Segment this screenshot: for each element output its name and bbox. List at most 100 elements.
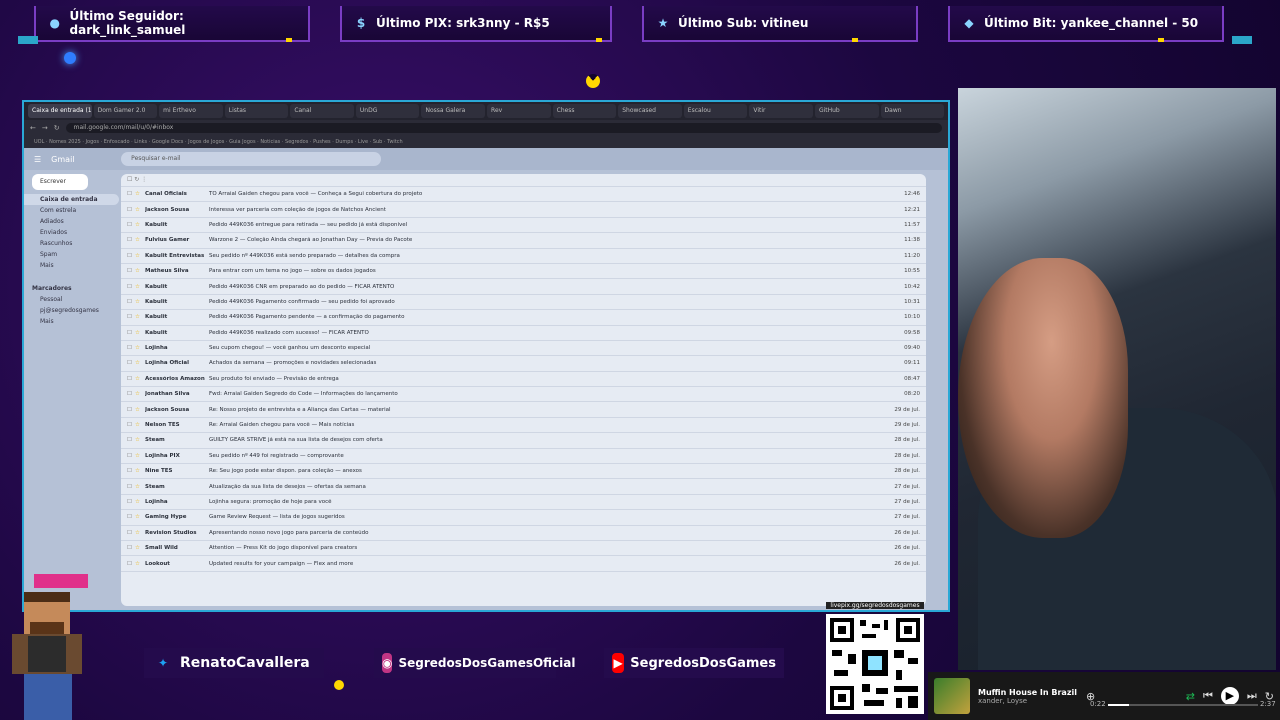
email-row[interactable]: ☐ ☆ Kabulit Pedido 449K036 CNR em preparado… <box>121 279 926 295</box>
browser-tab[interactable]: Escalou <box>683 104 748 118</box>
email-row[interactable]: ☐ ☆ Nelson TES Re: Arraial Gaiden chegou pa… <box>121 418 926 434</box>
star-icon[interactable]: ☆ <box>135 330 145 336</box>
row-checkbox[interactable]: ☐ <box>127 314 135 320</box>
folder-snoozed[interactable]: Adiados <box>24 216 119 227</box>
browser-tab[interactable]: Rev <box>487 104 551 118</box>
star-icon[interactable]: ☆ <box>135 530 145 536</box>
star-icon[interactable]: ☆ <box>135 345 145 351</box>
star-icon[interactable]: ☆ <box>135 207 145 213</box>
email-row[interactable]: ☐ ☆ Matheus Silva Para entrar com um tema n… <box>121 264 926 280</box>
back-icon[interactable]: ← <box>30 124 36 132</box>
progress-bar[interactable] <box>1108 704 1258 706</box>
row-checkbox[interactable]: ☐ <box>127 376 135 382</box>
browser-tab[interactable]: Nossa Galera <box>421 104 486 118</box>
email-row[interactable]: ☐ ☆ Canal Oficiais TO Arraial Gaiden chegou… <box>121 187 926 203</box>
browser-tab[interactable]: Canal <box>290 104 354 118</box>
compose-button[interactable]: Escrever <box>32 174 88 190</box>
row-checkbox[interactable]: ☐ <box>127 407 135 413</box>
bookmarks-bar[interactable]: UOL · Nomes 2025 · Jogos · Enfoscado · L… <box>24 136 948 148</box>
star-icon[interactable]: ☆ <box>135 268 145 274</box>
search-input[interactable]: Pesquisar e-mail <box>121 152 382 166</box>
star-icon[interactable]: ☆ <box>135 284 145 290</box>
browser-tab[interactable]: Dom Gamer 2.0 <box>93 104 158 118</box>
email-row[interactable]: ☐ ☆ Nine TES Re: Seu jogo pode estar dispon… <box>121 464 926 480</box>
previous-icon[interactable]: ⏮ <box>1203 689 1213 703</box>
browser-tab[interactable]: Chess <box>552 104 617 118</box>
qr-code[interactable]: livepix.gg/segredosdosgames <box>826 602 924 714</box>
row-checkbox[interactable]: ☐ <box>127 453 135 459</box>
row-checkbox[interactable]: ☐ <box>127 284 135 290</box>
row-checkbox[interactable]: ☐ <box>127 468 135 474</box>
browser-tab[interactable]: UnDG <box>355 104 420 118</box>
email-row[interactable]: ☐ ☆ Lojinha Seu cupom chegou! — você ganhou… <box>121 341 926 357</box>
row-checkbox[interactable]: ☐ <box>127 207 135 213</box>
email-row[interactable]: ☐ ☆ Kabulit Pedido 449K036 realizado com su… <box>121 326 926 341</box>
email-row[interactable]: ☐ ☆ Lookout Updated results for your campai… <box>121 556 926 572</box>
folder-starred[interactable]: Com estrela <box>24 205 119 216</box>
next-icon[interactable]: ⏭ <box>1247 689 1257 703</box>
row-checkbox[interactable]: ☐ <box>127 545 135 551</box>
browser-tab[interactable]: GitHub <box>814 104 879 118</box>
gmail-logo[interactable]: Gmail <box>51 155 111 164</box>
star-icon[interactable]: ☆ <box>135 561 145 567</box>
star-icon[interactable]: ☆ <box>135 453 145 459</box>
star-icon[interactable]: ☆ <box>135 437 145 443</box>
label-item[interactable]: Mais <box>24 316 119 327</box>
email-row[interactable]: ☐ ☆ Lojinha PIX Seu pedido nº 449 foi regis… <box>121 449 926 465</box>
folder-inbox[interactable]: Caixa de entrada <box>24 194 119 205</box>
menu-icon[interactable]: ☰ <box>34 155 41 164</box>
browser-tab[interactable]: mi Erthevo <box>159 104 223 118</box>
email-row[interactable]: ☐ ☆ Kabulit Entrevistas Seu pedido nº 449K0… <box>121 249 926 264</box>
email-row[interactable]: ☐ ☆ Gaming Hype Game Review Request — lista… <box>121 510 926 526</box>
star-icon[interactable]: ☆ <box>135 191 145 197</box>
row-checkbox[interactable]: ☐ <box>127 437 135 443</box>
star-icon[interactable]: ☆ <box>135 360 145 366</box>
email-row[interactable]: ☐ ☆ Fulvius Gamer Warzone 2 — Coleção Ainda… <box>121 233 926 249</box>
row-checkbox[interactable]: ☐ <box>127 299 135 305</box>
star-icon[interactable]: ☆ <box>135 484 145 490</box>
email-row[interactable]: ☐ ☆ Steam GUILTY GEAR STRIVE já está na sua… <box>121 433 926 449</box>
star-icon[interactable]: ☆ <box>135 514 145 520</box>
forward-icon[interactable]: → <box>42 124 48 132</box>
url-field[interactable]: mail.google.com/mail/u/0/#inbox <box>65 123 942 133</box>
email-row[interactable]: ☐ ☆ Small Wild Attention — Press Kit do jog… <box>121 541 926 557</box>
star-icon[interactable]: ☆ <box>135 299 145 305</box>
star-icon[interactable]: ☆ <box>135 422 145 428</box>
star-icon[interactable]: ☆ <box>135 314 145 320</box>
row-checkbox[interactable]: ☐ <box>127 360 135 366</box>
play-icon[interactable]: ▶ <box>1220 687 1239 705</box>
email-row[interactable]: ☐ ☆ Acessórios Amazon Seu produto foi envia… <box>121 372 926 388</box>
browser-tab[interactable]: Dawn <box>880 104 945 118</box>
email-row[interactable]: ☐ ☆ Lojinha Oficial Achados da semana — pro… <box>121 356 926 372</box>
email-row[interactable]: ☐ ☆ Kabulit Pedido 449K036 entregue para re… <box>121 218 926 234</box>
star-icon[interactable]: ☆ <box>135 407 145 413</box>
row-checkbox[interactable]: ☐ <box>127 222 135 228</box>
star-icon[interactable]: ☆ <box>135 468 145 474</box>
label-item[interactable]: Pessoal <box>24 294 119 305</box>
row-checkbox[interactable]: ☐ <box>127 191 135 197</box>
row-checkbox[interactable]: ☐ <box>127 530 135 536</box>
email-row[interactable]: ☐ ☆ Kabulit Pedido 449K036 Pagamento penden… <box>121 310 926 326</box>
browser-tab[interactable]: Vitir <box>749 104 813 118</box>
email-row[interactable]: ☐ ☆ Kabulit Pedido 449K036 Pagamento confir… <box>121 295 926 311</box>
email-row[interactable]: ☐ ☆ Lojinha Lojinha segura: promoção de hoj… <box>121 495 926 511</box>
shuffle-icon[interactable]: ⇄ <box>1186 690 1195 703</box>
folder-spam[interactable]: Spam <box>24 249 119 260</box>
star-icon[interactable]: ☆ <box>135 222 145 228</box>
row-checkbox[interactable]: ☐ <box>127 484 135 490</box>
row-checkbox[interactable]: ☐ <box>127 391 135 397</box>
row-checkbox[interactable]: ☐ <box>127 268 135 274</box>
row-checkbox[interactable]: ☐ <box>127 561 135 567</box>
email-row[interactable]: ☐ ☆ Jackson Sousa Interessa ver parceria co… <box>121 202 926 218</box>
star-icon[interactable]: ☆ <box>135 376 145 382</box>
row-checkbox[interactable]: ☐ <box>127 237 135 243</box>
folder-sent[interactable]: Enviados <box>24 227 119 238</box>
folder-drafts[interactable]: Rascunhos <box>24 238 119 249</box>
browser-tab[interactable]: Listas <box>224 104 289 118</box>
email-row[interactable]: ☐ ☆ Steam Atualização da sua lista de desej… <box>121 479 926 495</box>
browser-tab[interactable]: Caixa de entrada (1) <box>28 104 92 118</box>
email-row[interactable]: ☐ ☆ Jackson Sousa Re: Nosso projeto de entr… <box>121 402 926 418</box>
star-icon[interactable]: ☆ <box>135 237 145 243</box>
star-icon[interactable]: ☆ <box>135 253 145 259</box>
browser-tab-strip[interactable]: Caixa de entrada (1) Dom Gamer 2.0 mi Er… <box>24 102 948 120</box>
